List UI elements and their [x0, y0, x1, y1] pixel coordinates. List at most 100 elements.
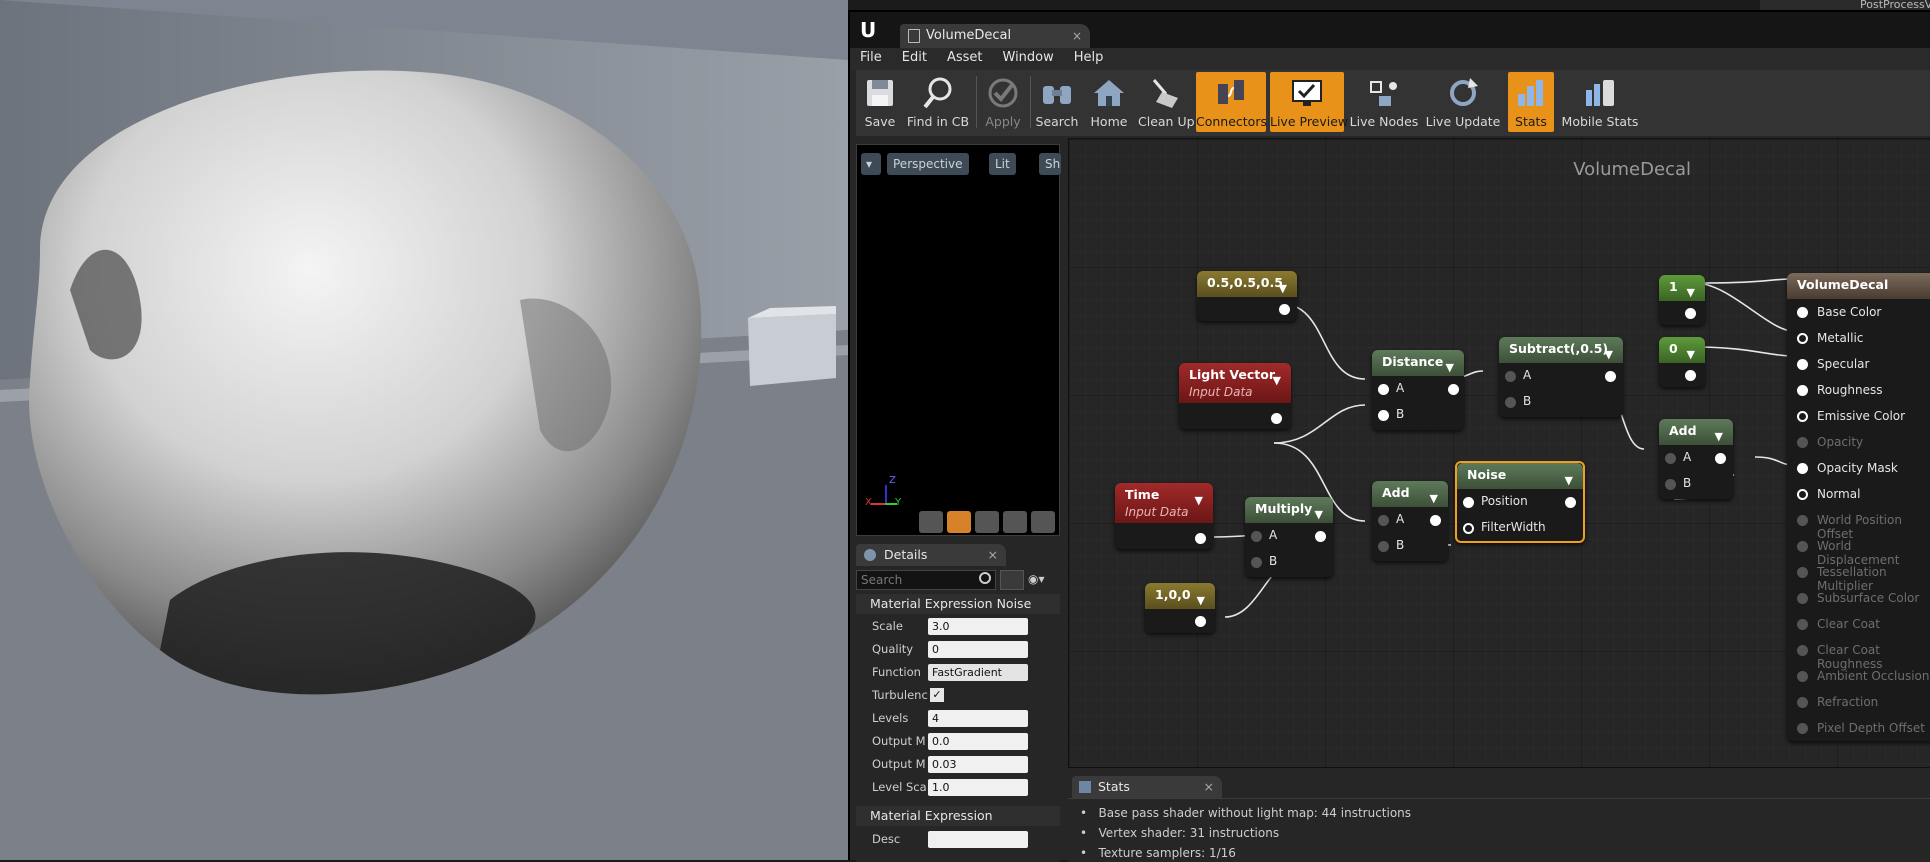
material-preview-viewport[interactable]: ▾ Perspective Lit Sh X Y Z — [856, 144, 1061, 536]
material-graph-canvas[interactable]: VolumeDecal 0.5,0.5,0.5 ▼ Light Vector ▼ I… — [1068, 138, 1930, 768]
add2-input-b-pin[interactable] — [1665, 479, 1676, 490]
add2-output-pin[interactable] — [1715, 453, 1726, 464]
result-pin-world-position-offset[interactable] — [1797, 515, 1808, 526]
mobile-stats-button[interactable]: Mobile Stats — [1560, 72, 1640, 132]
levels-slider[interactable]: 4 — [928, 710, 1028, 727]
node-distance[interactable]: Distance ▼ A B — [1372, 350, 1464, 430]
result-pin-clear-coat-roughness[interactable] — [1797, 645, 1808, 656]
node-add-2[interactable]: Add ▼ A B — [1659, 419, 1733, 499]
eye-visibility-icon[interactable]: ◉▾ — [1028, 572, 1056, 588]
add1-input-a-pin[interactable] — [1378, 515, 1389, 526]
cylinder-shape-button[interactable] — [919, 511, 943, 533]
distance-input-b-pin[interactable] — [1378, 410, 1389, 421]
result-pin-ambient-occlusion[interactable] — [1797, 671, 1808, 682]
result-pin-metallic[interactable] — [1797, 333, 1808, 344]
node-one-output-pin[interactable] — [1685, 308, 1696, 319]
turbulence-checkbox[interactable]: ✓ — [930, 688, 944, 702]
subtract-input-a-pin[interactable] — [1505, 371, 1516, 382]
live-nodes-button[interactable]: Live Nodes — [1348, 72, 1420, 132]
result-pin-refraction[interactable] — [1797, 697, 1808, 708]
mesh-shape-button[interactable] — [1031, 511, 1055, 533]
add1-output-pin[interactable] — [1430, 515, 1441, 526]
subtract-input-b-pin[interactable] — [1505, 397, 1516, 408]
output-min-input[interactable]: 0.0 — [928, 733, 1028, 750]
result-pin-emissive-color[interactable] — [1797, 411, 1808, 422]
live-preview-toggle[interactable]: Live Preview — [1270, 72, 1348, 132]
stats-toggle[interactable]: Stats — [1508, 72, 1554, 132]
cube-shape-button[interactable] — [1003, 511, 1027, 533]
add1-input-b-pin[interactable] — [1378, 541, 1389, 552]
output-max-input[interactable]: 0.03 — [928, 756, 1028, 773]
result-pin-opacity[interactable] — [1797, 437, 1808, 448]
perspective-button[interactable]: Perspective — [887, 153, 969, 175]
node-result-volumedecal[interactable]: VolumeDecal Base Color Metallic Specular Ro… — [1787, 273, 1930, 741]
result-pin-tessellation-multiplier[interactable] — [1797, 567, 1808, 578]
multiply-input-b-pin[interactable] — [1251, 557, 1262, 568]
result-pin-clear-coat[interactable] — [1797, 619, 1808, 630]
result-pin-base-color[interactable] — [1797, 307, 1808, 318]
distance-output-pin[interactable] — [1448, 384, 1459, 395]
add2-input-a-pin[interactable] — [1665, 453, 1676, 464]
viewport-options-dropdown[interactable]: ▾ — [861, 153, 881, 175]
result-pin-subsurface-color[interactable] — [1797, 593, 1808, 604]
node-subtract[interactable]: Subtract(,0.5) ▼ A B — [1499, 337, 1623, 417]
menu-window[interactable]: Window — [993, 48, 1064, 65]
node-constant-vector[interactable]: 1,0,0 ▼ — [1145, 583, 1215, 633]
result-pin-opacity-mask[interactable] — [1797, 463, 1808, 474]
save-button[interactable]: Save — [858, 72, 902, 132]
noise-position-pin[interactable] — [1463, 497, 1474, 508]
node-vec-output-pin[interactable] — [1195, 616, 1206, 627]
node-light-output-pin[interactable] — [1271, 413, 1282, 424]
home-button[interactable]: Home — [1086, 72, 1132, 132]
menu-edit[interactable]: Edit — [892, 48, 937, 65]
menu-asset[interactable]: Asset — [937, 48, 993, 65]
quality-input[interactable]: 0 — [928, 641, 1028, 658]
live-update-button[interactable]: Live Update — [1424, 72, 1502, 132]
show-button[interactable]: Sh — [1039, 153, 1061, 175]
category-material-expression[interactable]: Material Expression — [856, 806, 1060, 826]
result-pin-normal[interactable] — [1797, 489, 1808, 500]
close-icon[interactable]: × — [1072, 24, 1082, 48]
lit-button[interactable]: Lit — [989, 153, 1016, 175]
node-multiply[interactable]: Multiply ▼ A B — [1245, 497, 1333, 577]
find-in-cb-button[interactable]: Find in CB — [906, 72, 970, 132]
node-constant3vector[interactable]: 0.5,0.5,0.5 ▼ — [1197, 271, 1297, 321]
document-tab-volumedecal[interactable]: VolumeDecal × — [900, 24, 1090, 48]
clean-up-button[interactable]: Clean Up — [1138, 72, 1195, 132]
result-pin-specular[interactable] — [1797, 359, 1808, 370]
scale-input[interactable]: 3.0 — [928, 618, 1028, 635]
node-light-vector[interactable]: Light Vector ▼ Input Data — [1179, 363, 1291, 429]
multiply-input-a-pin[interactable] — [1251, 531, 1262, 542]
apply-button[interactable]: Apply — [980, 72, 1026, 132]
function-dropdown[interactable]: FastGradient — [928, 664, 1028, 681]
close-icon[interactable]: × — [988, 544, 998, 566]
stats-tab[interactable]: Stats × — [1072, 776, 1222, 798]
sphere-shape-button[interactable] — [947, 511, 971, 533]
level-scale-input[interactable]: 1.0 — [928, 779, 1028, 796]
node-time[interactable]: Time ▼ Input Data — [1115, 483, 1213, 549]
distance-input-a-pin[interactable] — [1378, 384, 1389, 395]
noise-output-pin[interactable] — [1565, 497, 1576, 508]
menu-help[interactable]: Help — [1064, 48, 1114, 65]
node-time-output-pin[interactable] — [1195, 533, 1206, 544]
node-const3-output-pin[interactable] — [1279, 304, 1290, 315]
details-search-input[interactable]: Search — [856, 570, 996, 590]
subtract-output-pin[interactable] — [1605, 371, 1616, 382]
close-icon[interactable]: × — [1204, 776, 1214, 798]
property-matrix-icon[interactable] — [1000, 570, 1024, 590]
node-add-1[interactable]: Add ▼ A B — [1372, 481, 1448, 561]
node-constant-one[interactable]: 1 ▼ — [1659, 275, 1705, 325]
result-pin-world-displacement[interactable] — [1797, 541, 1808, 552]
result-pin-roughness[interactable] — [1797, 385, 1808, 396]
noise-filterwidth-pin[interactable] — [1463, 523, 1474, 534]
plane-shape-button[interactable] — [975, 511, 999, 533]
node-noise[interactable]: Noise ▼ Position FilterWidth — [1455, 461, 1585, 543]
desc-input[interactable] — [928, 831, 1028, 848]
result-pin-pixel-depth-offset[interactable] — [1797, 723, 1808, 734]
node-zero-output-pin[interactable] — [1685, 370, 1696, 381]
search-button[interactable]: Search — [1034, 72, 1080, 132]
category-material-expression-noise[interactable]: Material Expression Noise — [856, 594, 1060, 614]
multiply-output-pin[interactable] — [1315, 531, 1326, 542]
level-viewport[interactable] — [0, 0, 848, 860]
node-constant-zero[interactable]: 0 ▼ — [1659, 337, 1705, 387]
